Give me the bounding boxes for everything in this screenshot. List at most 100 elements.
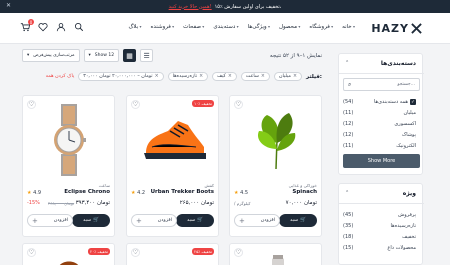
category-item[interactable]: (12) اکسسوری bbox=[343, 120, 416, 128]
heart-icon[interactable]: ♡ bbox=[27, 100, 36, 109]
product-image-spinach[interactable] bbox=[232, 98, 319, 181]
add-to-cart-button[interactable]: سبد 🛒 bbox=[279, 214, 317, 227]
nav-features[interactable]: ویژگی‌ها bbox=[248, 24, 270, 30]
plus-icon[interactable]: + bbox=[136, 217, 142, 225]
category-item[interactable]: (54) همه دسته‌بندی‌ها ✓ bbox=[343, 98, 416, 106]
product-card[interactable]: ♡ ۲۵٪ تخفیف bbox=[126, 243, 219, 265]
clear-all-filters[interactable]: پاک کردن همه bbox=[46, 74, 75, 79]
add-to-cart-button[interactable]: سبد 🛒 bbox=[176, 214, 214, 227]
product-name[interactable]: Spinach bbox=[292, 189, 317, 195]
special-item[interactable]: (15) محصولات داغ bbox=[343, 244, 416, 252]
chevron-down-icon: ▾ bbox=[88, 53, 91, 58]
cart-icon: 🛒 bbox=[300, 218, 306, 223]
close-icon[interactable]: × bbox=[155, 74, 159, 79]
nav-vendor[interactable]: فروشنده bbox=[151, 24, 175, 30]
item-label: پرفروش bbox=[398, 212, 416, 218]
product-rating: ★ 4.5 bbox=[234, 190, 248, 196]
product-rating: ★ 4.2 bbox=[131, 190, 145, 196]
rating-value: 4.2 bbox=[137, 190, 146, 196]
product-unit: / کیلوگرم bbox=[234, 201, 251, 206]
heart-icon[interactable]: ♡ bbox=[234, 248, 243, 257]
plus-icon[interactable]: + bbox=[239, 217, 245, 225]
product-card[interactable]: ♡ خوراکی و غذایی Spinach ★ 4.5 ۷۰,۰۰۰ تو… bbox=[229, 95, 322, 237]
user-icon[interactable] bbox=[56, 22, 66, 32]
logo[interactable]: HAZY bbox=[371, 22, 422, 35]
divider bbox=[339, 73, 424, 74]
grid-view-button[interactable]: ▦ bbox=[123, 49, 137, 62]
plus-icon[interactable]: + bbox=[32, 217, 38, 225]
site-header: HAZY خانه فروشگاه محصول ویژگی‌ها دسته‌بن… bbox=[0, 13, 450, 44]
nav-blog[interactable]: بلاگ bbox=[129, 24, 142, 30]
item-count: (54) bbox=[343, 99, 354, 105]
special-item[interactable]: (18) تخفیف bbox=[343, 233, 416, 241]
close-icon[interactable]: × bbox=[228, 74, 232, 79]
item-count: (12) bbox=[343, 132, 354, 138]
chevron-up-icon[interactable]: ⌃ bbox=[345, 190, 349, 196]
heart-icon[interactable]: ♡ bbox=[234, 100, 243, 109]
filter-chip[interactable]: ساعت × bbox=[240, 72, 270, 81]
add-label: سبد bbox=[187, 218, 195, 223]
special-item[interactable]: (35) تازه‌رسیده‌ها bbox=[343, 222, 416, 230]
product-image-hat[interactable] bbox=[49, 256, 89, 265]
wishlist-icon[interactable] bbox=[38, 22, 48, 32]
chip-label: تازه‌رسیده‌ها bbox=[172, 74, 198, 79]
product-name[interactable]: Urban Trekker Boots bbox=[151, 189, 214, 195]
category-item[interactable]: (11) میلیان bbox=[343, 109, 416, 117]
promo-link[interactable]: همین حالا خرید کنید! bbox=[169, 4, 212, 10]
cart-icon[interactable]: 0 bbox=[20, 19, 34, 32]
quantity-stepper[interactable]: + افزودن bbox=[27, 214, 73, 227]
product-card[interactable]: ♡ bbox=[229, 243, 322, 265]
heart-icon[interactable]: ♡ bbox=[131, 248, 140, 257]
nav-home[interactable]: خانه bbox=[342, 24, 355, 30]
list-view-button[interactable]: ☰ bbox=[140, 49, 154, 62]
item-label: تازه‌رسیده‌ها bbox=[390, 223, 416, 229]
close-icon[interactable]: × bbox=[293, 74, 297, 79]
filter-chip[interactable]: کیف × bbox=[212, 72, 237, 81]
product-card[interactable]: ♡ ۲۰٪ تخفیف bbox=[22, 243, 115, 265]
product-price: ۲۶۵,۰۰۰ تومان bbox=[179, 200, 214, 206]
per-page-select[interactable]: ▾ Show 12 bbox=[83, 49, 120, 62]
sort-label: مرتب‌سازی پیش‌فرض bbox=[33, 53, 75, 58]
heart-icon[interactable]: ♡ bbox=[131, 100, 140, 109]
quantity-stepper[interactable]: + افزودن bbox=[234, 214, 280, 227]
product-image-watch[interactable] bbox=[25, 98, 112, 181]
nav-product[interactable]: محصول bbox=[279, 24, 300, 30]
quantity-stepper[interactable]: + افزودن bbox=[131, 214, 177, 227]
close-icon[interactable]: × bbox=[199, 74, 203, 79]
product-card[interactable]: ♡ ساعت Eclipse Chrono ★ 4.9 ۳۹۳,۴۰۰ توما… bbox=[22, 95, 115, 237]
category-item[interactable]: (11) الکترونیک bbox=[343, 142, 416, 150]
category-search-input[interactable]: ⌕ جستجو... bbox=[343, 78, 420, 91]
product-image-jar[interactable] bbox=[270, 254, 286, 265]
add-label: سبد bbox=[83, 218, 91, 223]
product-image-boots[interactable] bbox=[129, 98, 216, 181]
discount-percent: -15% bbox=[27, 200, 40, 206]
cart-count-badge: 0 bbox=[28, 19, 34, 25]
sort-select[interactable]: ▾ مرتب‌سازی پیش‌فرض bbox=[22, 49, 80, 62]
filter-chip[interactable]: میلیان × bbox=[273, 72, 303, 81]
qty-label: افزودن bbox=[53, 218, 68, 223]
chevron-up-icon[interactable]: ⌃ bbox=[345, 60, 349, 66]
nav-pages[interactable]: صفحات bbox=[183, 24, 204, 30]
nav-shop[interactable]: فروشگاه bbox=[309, 24, 333, 30]
search-icon[interactable] bbox=[74, 22, 84, 32]
checkbox[interactable]: ✓ bbox=[410, 99, 416, 105]
close-icon[interactable]: ✕ bbox=[6, 2, 11, 9]
special-item[interactable]: (45) پرفروش bbox=[343, 211, 416, 219]
chip-label: ساعت bbox=[245, 74, 259, 79]
category-item[interactable]: (12) پوشاک bbox=[343, 131, 416, 139]
product-name[interactable]: Eclipse Chrono bbox=[64, 189, 110, 195]
promo-bar: ✕ همین حالا خرید کنید! ۱۵٪ تخفیف برای او… bbox=[0, 0, 450, 13]
close-icon[interactable]: × bbox=[261, 74, 265, 79]
show-more-button[interactable]: Show More bbox=[343, 154, 420, 168]
item-label: محصولات داغ bbox=[387, 245, 416, 251]
product-card[interactable]: ♡ ۱۰٪ تخفیف کفش Urban Trekker Boots ★ 4.… bbox=[126, 95, 219, 237]
heart-icon[interactable]: ♡ bbox=[27, 248, 36, 257]
filter-chip[interactable]: ۳۰,۰۰۰ تومان – ۲۰,۰۰۰,۰۰۰ تومان × bbox=[78, 72, 164, 81]
nav-category[interactable]: دسته‌بندی bbox=[213, 24, 238, 30]
active-filters: فیلتر: میلیان × ساعت × کیف × تازه‌رسیده‌ها ×… bbox=[46, 72, 322, 81]
product-category: ساعت bbox=[98, 183, 110, 188]
add-to-cart-button[interactable]: سبد 🛒 bbox=[72, 214, 110, 227]
chip-label: ۳۰,۰۰۰ تومان – ۲۰,۰۰۰,۰۰۰ تومان bbox=[83, 74, 153, 79]
filter-chip[interactable]: تازه‌رسیده‌ها × bbox=[167, 72, 209, 81]
item-count: (11) bbox=[343, 143, 354, 149]
